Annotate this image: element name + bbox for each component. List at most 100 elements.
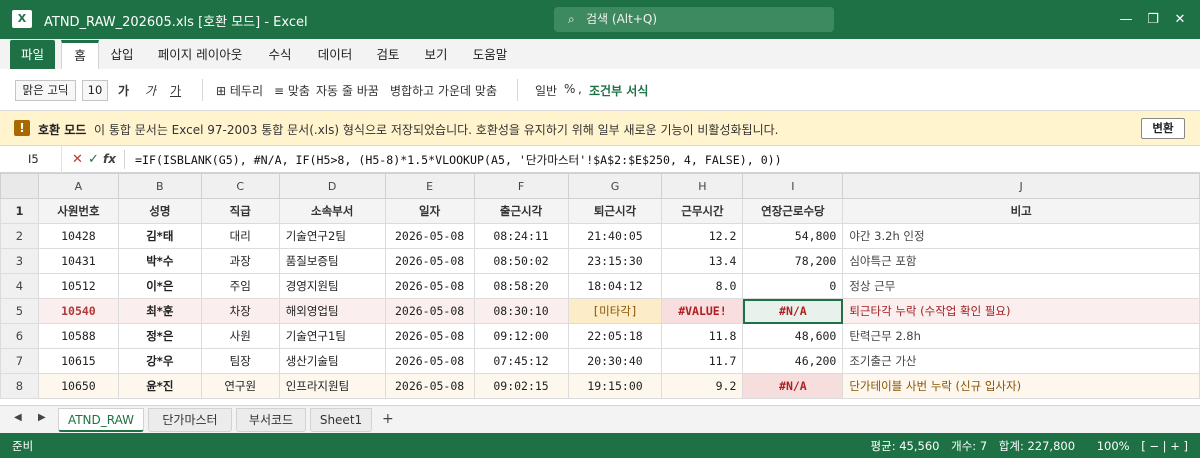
tab-formulas[interactable]: 수식 [262,40,298,69]
cell-name[interactable]: 최*훈 [117,298,202,324]
cell-date[interactable]: 2026-05-08 [384,348,475,374]
tab-review[interactable]: 검토 [370,40,406,69]
cell-dept[interactable]: 기술연구2팀 [278,223,386,249]
cell-rank[interactable]: 차장 [200,298,280,324]
cancel-icon[interactable]: ✕ [72,152,83,167]
sheet-tab-atnd-raw[interactable]: ATND_RAW [58,408,144,432]
merge-center-button[interactable]: 병합하고 가운데 맞춤 [390,82,497,99]
cell-pay[interactable]: 0 [742,273,844,299]
tab-page-layout[interactable]: 페이지 레이아웃 [152,40,248,69]
cell-in[interactable]: 08:24:11 [473,223,569,249]
tab-file[interactable]: 파일 [10,40,55,69]
enter-icon[interactable]: ✓ [88,152,99,167]
cell-note[interactable]: 정상 근무 [842,273,1200,299]
cell-rank[interactable]: 대리 [200,223,280,249]
zoom-controls[interactable]: [ − | + ] [1141,439,1188,453]
cell-hours[interactable]: 11.8 [661,323,744,349]
row-header[interactable]: 7 [0,348,39,374]
row-header[interactable]: 4 [0,273,39,299]
border-button[interactable]: ⊞ 테두리 [216,82,263,99]
italic-button[interactable]: 가 [145,82,156,99]
underline-button[interactable]: 가 [170,82,181,99]
cell-pay[interactable]: 48,600 [742,323,844,349]
cell-id[interactable]: 10540 [37,298,119,324]
cell-in[interactable]: 08:30:10 [473,298,569,324]
cell-id[interactable]: 10512 [37,273,119,299]
cell-in[interactable]: 08:50:02 [473,248,569,274]
cell-out[interactable]: 21:40:05 [567,223,663,249]
align-button[interactable]: ≡ 맞춤 [274,82,310,99]
insert-function-icon[interactable]: fx [103,152,116,166]
column-header[interactable]: B [117,173,202,199]
cell-dept[interactable]: 품질보증팀 [278,248,386,274]
cell-dept[interactable]: 경영지원팀 [278,273,386,299]
cell-pay-error[interactable]: #N/A [742,373,844,399]
cell-hours[interactable]: 9.2 [661,373,744,399]
column-header[interactable]: F [473,173,569,199]
comma-button[interactable]: , [578,82,582,96]
header-cell[interactable]: 비고 [842,198,1200,224]
header-cell[interactable]: 퇴근시각 [567,198,663,224]
number-format-select[interactable]: 일반 [535,82,557,99]
column-header[interactable]: E [384,173,475,199]
cell-name[interactable]: 이*은 [117,273,202,299]
header-cell[interactable]: 근무시간 [661,198,744,224]
header-cell[interactable]: 성명 [117,198,202,224]
cell-pay[interactable]: 54,800 [742,223,844,249]
cell-date[interactable]: 2026-05-08 [384,323,475,349]
column-header[interactable]: D [278,173,386,199]
tab-insert[interactable]: 삽입 [104,40,140,69]
font-size-select[interactable]: 10 [82,80,108,101]
cell-in[interactable]: 08:58:20 [473,273,569,299]
cell-rank[interactable]: 연구원 [200,373,280,399]
search-box[interactable]: ⌕ 검색 (Alt+Q) [554,7,834,32]
sheet-tab-sheet1[interactable]: Sheet1 [310,408,372,432]
cell-hours[interactable]: 13.4 [661,248,744,274]
cell-note[interactable]: 심야특근 포함 [842,248,1200,274]
cell-name[interactable]: 김*태 [117,223,202,249]
cell-id[interactable]: 10431 [37,248,119,274]
cell-date[interactable]: 2026-05-08 [384,223,475,249]
select-all-corner[interactable] [0,173,39,199]
cell-id[interactable]: 10428 [37,223,119,249]
tab-view[interactable]: 보기 [418,40,454,69]
cell-note[interactable]: 야간 3.2h 인정 [842,223,1200,249]
cell-note[interactable]: 조기출근 가산 [842,348,1200,374]
name-box[interactable]: I5 [0,146,62,173]
convert-button[interactable]: 변환 [1141,118,1185,139]
sheet-tab-dept-code[interactable]: 부서코드 [236,408,306,432]
cell-name[interactable]: 박*수 [117,248,202,274]
cell-out[interactable]: 20:30:40 [567,348,663,374]
column-header[interactable]: C [200,173,280,199]
cell-pay[interactable]: 46,200 [742,348,844,374]
header-cell[interactable]: 사원번호 [37,198,119,224]
cell-out[interactable]: 19:15:00 [567,373,663,399]
sheet-tab-rate-master[interactable]: 단가마스터 [148,408,232,432]
cell-name[interactable]: 강*우 [117,348,202,374]
cell-dept[interactable]: 생산기술팀 [278,348,386,374]
header-cell[interactable]: 직급 [200,198,280,224]
bold-button[interactable]: 가 [118,82,129,99]
cell-note[interactable]: 퇴근타각 누락 (수작업 확인 필요) [842,298,1200,324]
cell-date[interactable]: 2026-05-08 [384,273,475,299]
column-header[interactable]: H [661,173,744,199]
tab-data[interactable]: 데이터 [312,40,358,69]
cell-id[interactable]: 10650 [37,373,119,399]
cell-date[interactable]: 2026-05-08 [384,248,475,274]
header-cell[interactable]: 출근시각 [473,198,569,224]
add-sheet-icon[interactable]: + [382,411,394,427]
row-header[interactable]: 3 [0,248,39,274]
column-header[interactable]: G [567,173,663,199]
restore-button[interactable]: ❐ [1143,10,1163,30]
row-header[interactable]: 2 [0,223,39,249]
cell-out-missing[interactable]: [미타각] [567,298,663,324]
column-header[interactable]: J [842,173,1200,199]
cell-dept[interactable]: 기술연구1팀 [278,323,386,349]
cell-in[interactable]: 09:02:15 [473,373,569,399]
cell-hours-error[interactable]: #VALUE! [661,298,744,324]
font-name-select[interactable]: 맑은 고딕 [15,80,76,101]
cell-rank[interactable]: 팀장 [200,348,280,374]
tab-help[interactable]: 도움말 [466,40,514,69]
cell-name[interactable]: 정*은 [117,323,202,349]
cell-in[interactable]: 09:12:00 [473,323,569,349]
